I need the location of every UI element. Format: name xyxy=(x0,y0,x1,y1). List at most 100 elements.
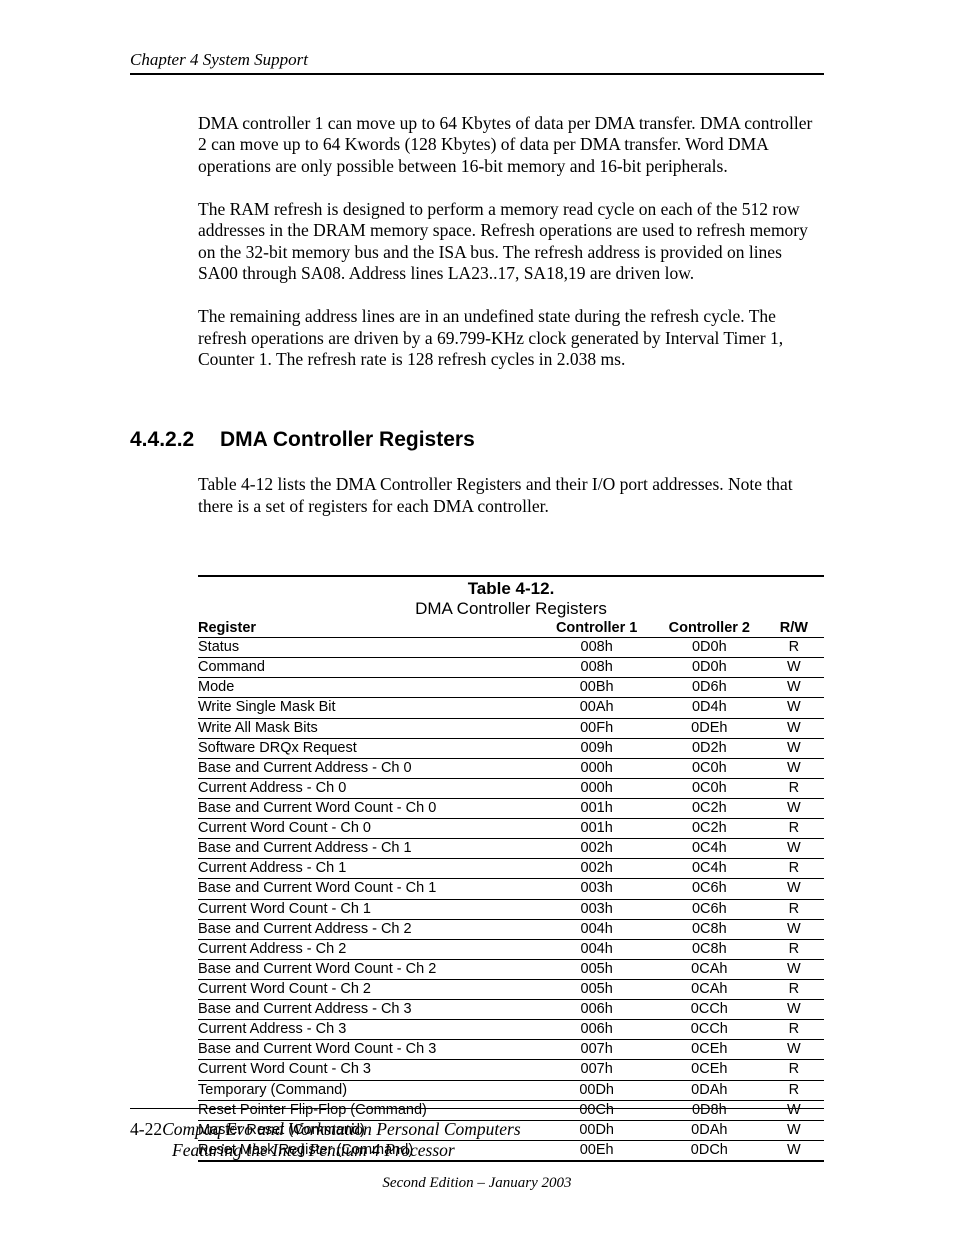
th-controller-2: Controller 2 xyxy=(655,619,768,638)
cell-controller-1: 00Dh xyxy=(542,1080,655,1100)
cell-controller-1: 005h xyxy=(542,979,655,999)
cell-controller-2: 0D4h xyxy=(655,698,768,718)
th-register: Register xyxy=(198,619,542,638)
table-row: Base and Current Address - Ch 2004h0C8hW xyxy=(198,919,824,939)
cell-register: Software DRQx Request xyxy=(198,738,542,758)
cell-controller-2: 0CCh xyxy=(655,1000,768,1020)
cell-controller-2: 0CAh xyxy=(655,979,768,999)
cell-controller-2: 0C2h xyxy=(655,799,768,819)
table-row: Base and Current Word Count - Ch 2005h0C… xyxy=(198,959,824,979)
paragraph-2: The RAM refresh is designed to perform a… xyxy=(198,199,824,284)
table-row: Current Word Count - Ch 2005h0CAhR xyxy=(198,979,824,999)
paragraph-4: Table 4-12 lists the DMA Controller Regi… xyxy=(198,474,824,517)
cell-controller-2: 0C6h xyxy=(655,879,768,899)
cell-rw: W xyxy=(768,738,824,758)
cell-register: Current Word Count - Ch 1 xyxy=(198,899,542,919)
table-row: Base and Current Word Count - Ch 0001h0C… xyxy=(198,799,824,819)
cell-controller-2: 0C0h xyxy=(655,778,768,798)
cell-controller-1: 007h xyxy=(542,1040,655,1060)
cell-rw: W xyxy=(768,1000,824,1020)
footer-edition: Second Edition – January 2003 xyxy=(130,1175,824,1192)
cell-controller-1: 009h xyxy=(542,738,655,758)
cell-controller-2: 0C8h xyxy=(655,919,768,939)
cell-controller-2: 0C4h xyxy=(655,859,768,879)
cell-controller-1: 006h xyxy=(542,1020,655,1040)
table-row: Current Address - Ch 3006h0CChR xyxy=(198,1020,824,1040)
table-row: Current Word Count - Ch 3007h0CEhR xyxy=(198,1060,824,1080)
cell-controller-2: 0CAh xyxy=(655,959,768,979)
section-number: 4.4.2.2 xyxy=(130,428,220,452)
cell-rw: R xyxy=(768,1060,824,1080)
cell-rw: W xyxy=(768,658,824,678)
running-header: Chapter 4 System Support xyxy=(130,50,824,75)
cell-rw: R xyxy=(768,979,824,999)
table-row: Status008h0D0hR xyxy=(198,638,824,658)
paragraph-1: DMA controller 1 can move up to 64 Kbyte… xyxy=(198,113,824,177)
cell-controller-1: 007h xyxy=(542,1060,655,1080)
cell-controller-2: 0C8h xyxy=(655,939,768,959)
cell-controller-1: 00Bh xyxy=(542,678,655,698)
page-number: 4-22 xyxy=(130,1119,162,1139)
cell-controller-1: 002h xyxy=(542,839,655,859)
cell-register: Base and Current Word Count - Ch 2 xyxy=(198,959,542,979)
table-row: Command008h0D0hW xyxy=(198,658,824,678)
cell-register: Base and Current Address - Ch 2 xyxy=(198,919,542,939)
cell-register: Current Address - Ch 3 xyxy=(198,1020,542,1040)
table-row: Current Word Count - Ch 1003h0C6hR xyxy=(198,899,824,919)
table-row: Current Address - Ch 1002h0C4hR xyxy=(198,859,824,879)
table-block: Table 4-12. DMA Controller Registers Reg… xyxy=(198,575,824,1162)
cell-rw: R xyxy=(768,638,824,658)
table-row: Mode00Bh0D6hW xyxy=(198,678,824,698)
cell-rw: W xyxy=(768,698,824,718)
cell-register: Base and Current Word Count - Ch 0 xyxy=(198,799,542,819)
cell-controller-2: 0C6h xyxy=(655,899,768,919)
table-row: Base and Current Address - Ch 3006h0CChW xyxy=(198,1000,824,1020)
cell-register: Base and Current Address - Ch 3 xyxy=(198,1000,542,1020)
table-row: Temporary (Command)00Dh0DAhR xyxy=(198,1080,824,1100)
cell-rw: W xyxy=(768,678,824,698)
section-heading: 4.4.2.2DMA Controller Registers xyxy=(130,428,824,452)
cell-register: Current Address - Ch 0 xyxy=(198,778,542,798)
table-row: Base and Current Address - Ch 0000h0C0hW xyxy=(198,758,824,778)
cell-controller-1: 000h xyxy=(542,778,655,798)
cell-controller-2: 0D0h xyxy=(655,658,768,678)
table-title: DMA Controller Registers xyxy=(198,599,824,619)
cell-rw: R xyxy=(768,1020,824,1040)
cell-controller-1: 00Fh xyxy=(542,718,655,738)
cell-register: Current Word Count - Ch 0 xyxy=(198,819,542,839)
cell-register: Base and Current Address - Ch 0 xyxy=(198,758,542,778)
table-number: Table 4-12. xyxy=(468,579,555,598)
cell-controller-2: 0CCh xyxy=(655,1020,768,1040)
cell-register: Base and Current Address - Ch 1 xyxy=(198,839,542,859)
cell-register: Write All Mask Bits xyxy=(198,718,542,738)
cell-controller-2: 0D2h xyxy=(655,738,768,758)
cell-rw: R xyxy=(768,859,824,879)
cell-controller-1: 003h xyxy=(542,879,655,899)
table-row: Base and Current Address - Ch 1002h0C4hW xyxy=(198,839,824,859)
cell-controller-2: 0CEh xyxy=(655,1040,768,1060)
cell-register: Current Word Count - Ch 2 xyxy=(198,979,542,999)
table-row: Write All Mask Bits00Fh0DEhW xyxy=(198,718,824,738)
cell-controller-1: 008h xyxy=(542,658,655,678)
cell-rw: R xyxy=(768,778,824,798)
cell-rw: W xyxy=(768,718,824,738)
cell-controller-2: 0D6h xyxy=(655,678,768,698)
cell-register: Status xyxy=(198,638,542,658)
cell-register: Temporary (Command) xyxy=(198,1080,542,1100)
footer-title-1: Compaq Evo and Workstation Personal Comp… xyxy=(162,1119,521,1139)
cell-register: Base and Current Word Count - Ch 1 xyxy=(198,879,542,899)
page-footer: 4-22Compaq Evo and Workstation Personal … xyxy=(130,1108,824,1192)
cell-register: Write Single Mask Bit xyxy=(198,698,542,718)
table-row: Software DRQx Request009h0D2hW xyxy=(198,738,824,758)
cell-rw: W xyxy=(768,758,824,778)
cell-controller-1: 00Ah xyxy=(542,698,655,718)
table-row: Current Word Count - Ch 0001h0C2hR xyxy=(198,819,824,839)
cell-controller-2: 0C0h xyxy=(655,758,768,778)
cell-controller-1: 003h xyxy=(542,899,655,919)
paragraph-3: The remaining address lines are in an un… xyxy=(198,306,824,370)
th-rw: R/W xyxy=(768,619,824,638)
cell-controller-1: 004h xyxy=(542,919,655,939)
cell-controller-1: 000h xyxy=(542,758,655,778)
cell-register: Current Word Count - Ch 3 xyxy=(198,1060,542,1080)
cell-controller-2: 0D0h xyxy=(655,638,768,658)
